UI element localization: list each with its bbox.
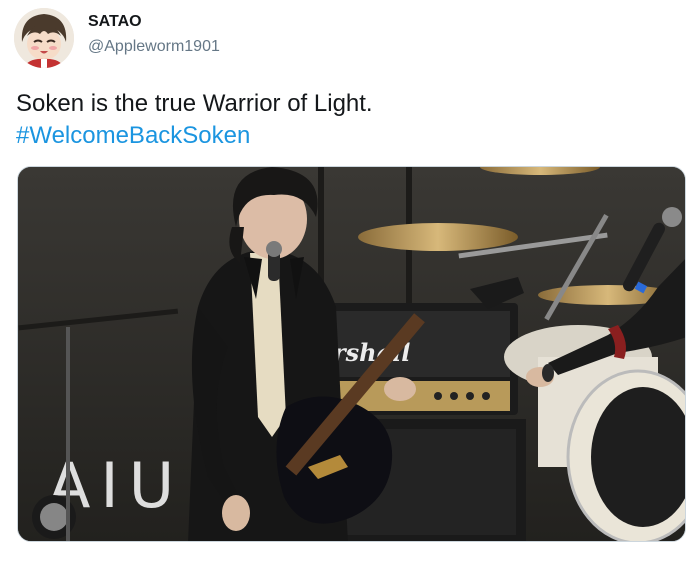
avatar-icon: [14, 8, 74, 68]
tweet-text: Soken is the true Warrior of Light. #Wel…: [16, 88, 686, 152]
concert-photo-icon: rshall AIU: [18, 167, 685, 541]
avatar[interactable]: [14, 8, 74, 68]
user-handle[interactable]: @Appleworm1901: [88, 38, 220, 56]
display-name[interactable]: SATAO: [88, 13, 142, 31]
tweet-body: Soken is the true Warrior of Light.: [16, 90, 373, 117]
hashtag-link[interactable]: #WelcomeBackSoken: [16, 120, 686, 152]
tweet-photo[interactable]: rshall AIU: [17, 166, 686, 542]
